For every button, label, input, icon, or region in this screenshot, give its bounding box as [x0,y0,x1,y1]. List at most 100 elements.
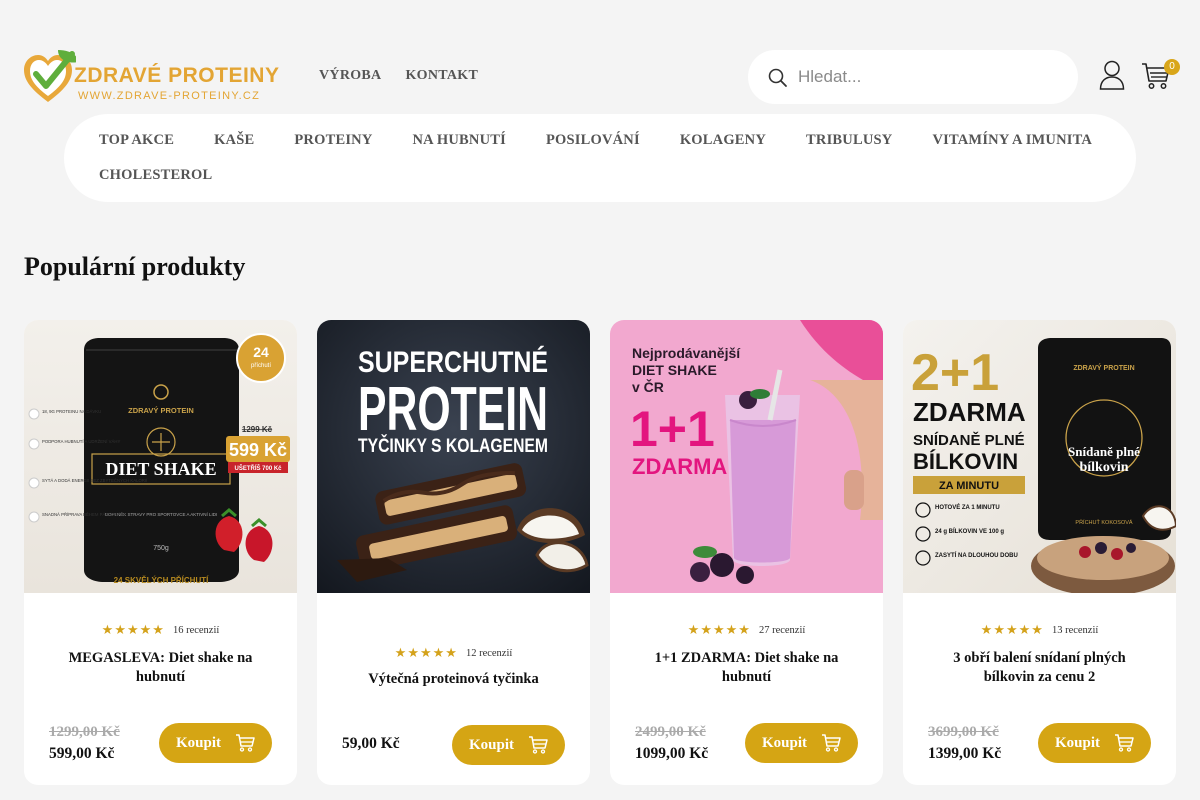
buy-button[interactable]: Koupit [1038,723,1151,763]
buy-button-label: Koupit [1054,734,1100,751]
rating-stars-icon: ★★★★★ [687,623,751,638]
heart-leaf-logo-icon [24,50,76,102]
buy-button-label: Koupit [761,734,807,751]
buy-button-label: Koupit [468,736,514,753]
feature-bullet: PODPORA HUBNUTÍ A UDRŽENÍ VÁHY [42,439,120,444]
nav-link-kontakt[interactable]: KONTAKT [405,68,478,84]
image-headline-1: SUPERCHUTNÉ [358,345,548,379]
package-brand: ZDRAVÝ PROTEIN [1073,363,1134,372]
cart-icon [1115,734,1134,752]
image-strip: ZA MINUTU [939,480,999,492]
image-promo-free: ZDARMA [913,397,1026,427]
category-na-hubnuti[interactable]: NA HUBNUTÍ [413,131,506,149]
category-vitaminy-a-imunita[interactable]: VITAMÍNY A IMUNITA [932,131,1092,149]
old-price: 3699,00 Kč [928,724,999,740]
top-nav: VÝROBA KONTAKT [319,68,478,84]
section-title: Populární produkty [24,252,246,281]
buy-button[interactable]: Koupit [159,723,272,763]
promo-savings: UŠETŘÍŠ 700 Kč [234,464,282,472]
search-input[interactable] [798,64,1058,90]
category-nav: TOP AKCE KAŠE PROTEINY NA HUBNUTÍ POSILO… [64,114,1136,202]
product-name[interactable]: MEGASLEVA: Diet shake na hubnutí [54,649,267,687]
product-image[interactable]: ZDRAVÝ PROTEIN DIET SHAKE DOPLNĚK STRAVY… [24,320,297,593]
image-headline-3: TYČINKY S KOLAGENEM [358,435,548,457]
flavors-badge-number: 24 [253,344,269,360]
flavors-badge-text: příchutí [251,363,271,369]
current-price: 59,00 Kč [342,735,400,752]
promo-old-price: 1299 Kč [242,425,273,434]
product-card[interactable]: SUPERCHUTNÉ PROTEIN TYČINKY S KOLAGENEM … [317,320,590,785]
old-price: 2499,00 Kč [635,724,706,740]
product-name[interactable]: Výtečná proteinová tyčinka [347,670,560,689]
search-icon[interactable] [768,68,788,88]
package-brand: ZDRAVÝ PROTEIN [128,406,194,415]
product-name[interactable]: 1+1 ZDARMA: Diet shake na hubnutí [640,649,853,687]
product-rating: ★★★★★ 13 recenzií [903,623,1176,638]
product-card[interactable]: 2+1 ZDARMA SNÍDANĚ PLNÉ BÍLKOVIN ZA MINU… [903,320,1176,785]
feature-bullet: ZASYTÍ NA DLOUHOU DOBU [935,551,1018,559]
current-price: 1099,00 Kč [635,745,709,762]
review-count[interactable]: 12 recenzií [466,648,512,659]
product-rating: ★★★★★ 16 recenzií [24,623,297,638]
feature-bullet: 18, 9G PROTEINU NA DÁVKU [42,409,101,414]
category-cholesterol[interactable]: CHOLESTEROL [99,166,212,184]
rating-stars-icon: ★★★★★ [980,623,1044,638]
review-count[interactable]: 13 recenzií [1052,625,1098,636]
site-logo[interactable]: ZDRAVÉ PROTEINY WWW.ZDRAVE-PROTEINY.CZ [24,50,280,106]
package-weight: 750g [153,545,169,552]
package-product-name: DIET SHAKE [105,459,216,479]
image-promo-big: 1+1 [630,401,715,457]
buy-button[interactable]: Koupit [452,725,565,765]
old-price: 1299,00 Kč [49,724,120,740]
package-title-2: bílkovin [1079,460,1128,475]
product-image[interactable]: SUPERCHUTNÉ PROTEIN TYČINKY S KOLAGENEM [317,320,590,593]
nav-link-vyroba[interactable]: VÝROBA [319,68,381,84]
image-text-1: Nejprodávanější [632,345,741,361]
buy-button-label: Koupit [175,734,221,751]
category-tribulusy[interactable]: TRIBULUSY [806,131,892,149]
feature-bullet: SYTÁ A DODÁ ENERGII BEZ ZBYTEČNÝCH KALOR… [42,478,148,483]
promo-new-price: 599 Kč [229,440,287,460]
category-kase[interactable]: KAŠE [214,131,254,149]
current-price: 1399,00 Kč [928,745,1002,762]
category-proteiny[interactable]: PROTEINY [294,131,372,149]
image-headline-2: PROTEIN [358,375,548,444]
review-count[interactable]: 16 recenzií [173,625,219,636]
image-text-2: BÍLKOVIN [913,449,1018,474]
cart-count-badge: 0 [1164,59,1180,75]
feature-bullet: SNADNÁ PŘÍPRAVA BĚHEM PÁR VTEŘIN [42,512,125,517]
cart-icon [822,734,841,752]
image-promo-big: 2+1 [911,344,999,402]
current-price: 599,00 Kč [49,745,115,762]
buy-button[interactable]: Koupit [745,723,858,763]
logo-text-proteiny: PROTEINY [168,64,280,87]
logo-url: WWW.ZDRAVE-PROTEINY.CZ [78,90,261,102]
image-text-1: SNÍDANĚ PLNÉ [913,431,1025,449]
review-count[interactable]: 27 recenzií [759,625,805,636]
category-kolageny[interactable]: KOLAGENY [680,131,766,149]
category-posilovani[interactable]: POSILOVÁNÍ [546,131,640,149]
cart-icon [236,734,255,752]
package-flavors-footer: 24 SKVĚLÝCH PŘÍCHUTÍ [114,576,209,585]
search-box [748,50,1078,104]
feature-bullet: HOTOVÉ ZA 1 MINUTU [935,503,1000,511]
logo-text-zdrave: ZDRAVÉ [74,64,162,87]
product-rating: ★★★★★ 12 recenzií [317,646,590,661]
image-text-2: DIET SHAKE [632,362,717,378]
image-text-3: v ČR [632,378,664,395]
image-promo-free: ZDARMA [632,454,727,479]
package-flavor: PŘÍCHUŤ KOKOSOVÁ [1075,518,1132,526]
package-title-1: Snídaně plné [1068,444,1140,459]
user-account-icon[interactable] [1099,60,1125,90]
product-rating: ★★★★★ 27 recenzií [610,623,883,638]
product-image[interactable]: Nejprodávanější DIET SHAKE v ČR 1+1 ZDAR… [610,320,883,593]
rating-stars-icon: ★★★★★ [394,646,458,661]
product-image[interactable]: 2+1 ZDARMA SNÍDANĚ PLNÉ BÍLKOVIN ZA MINU… [903,320,1176,593]
product-name[interactable]: 3 obří balení snídaní plných bílkovin za… [933,649,1146,687]
cart-icon [529,736,548,754]
product-card[interactable]: ZDRAVÝ PROTEIN DIET SHAKE DOPLNĚK STRAVY… [24,320,297,785]
feature-bullet: 24 g BÍLKOVIN VE 100 g [935,527,1004,535]
rating-stars-icon: ★★★★★ [101,623,165,638]
category-top-akce[interactable]: TOP AKCE [99,131,174,149]
product-card[interactable]: Nejprodávanější DIET SHAKE v ČR 1+1 ZDAR… [610,320,883,785]
